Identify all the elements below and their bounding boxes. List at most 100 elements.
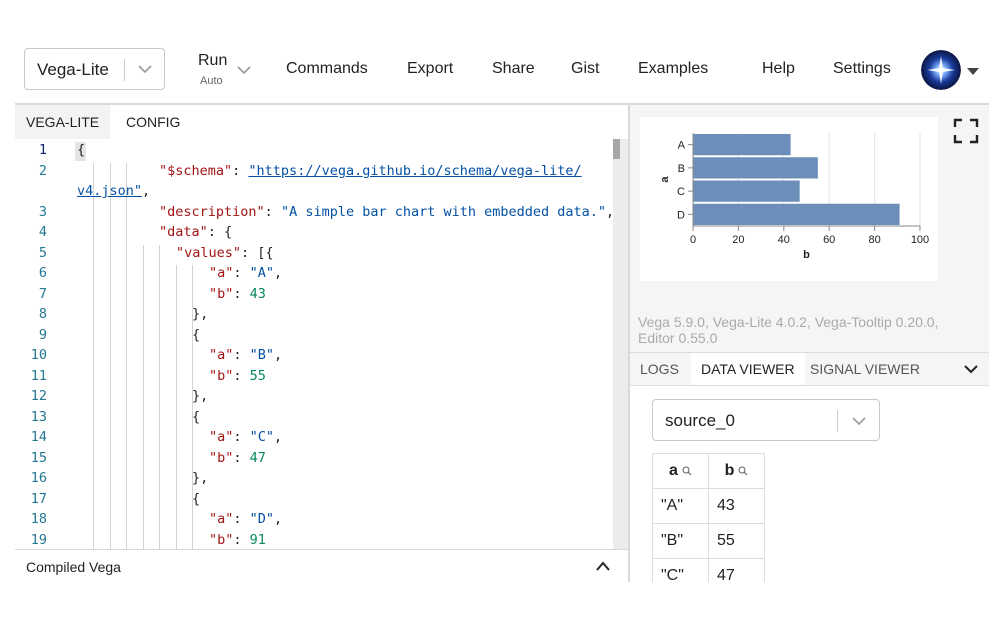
nav-export[interactable]: Export: [407, 60, 453, 78]
line-number: 14: [30, 429, 47, 445]
line-number: 6: [38, 265, 47, 281]
output-pane: 0 20 40 60 80 100 A B C Db a Vega 5.9.0, Vega-Lite…: [630, 105, 989, 582]
line-number: 4: [38, 224, 47, 240]
debug-tabs: LOGS DATA VIEWER SIGNAL VIEWER: [630, 352, 989, 386]
json-key: "data": [159, 224, 208, 240]
fullscreen-icon[interactable]: [953, 118, 979, 144]
json-number: 43: [249, 286, 266, 302]
json-key: "b": [209, 368, 234, 384]
y-axis-title: a: [659, 176, 671, 183]
code-line: "a": "C",: [209, 429, 283, 445]
code-line: },: [192, 306, 209, 322]
code-line: "description": "A simple bar chart with …: [159, 204, 615, 220]
json-url[interactable]: "https://vega.github.io/schema/vega-lite…: [248, 163, 581, 179]
bar: [693, 134, 791, 156]
chevron-down-icon: [852, 417, 866, 426]
tab-logs[interactable]: LOGS: [630, 353, 689, 385]
code-line: },: [192, 470, 209, 486]
json-number: 47: [249, 450, 266, 466]
table-row: "C" 47: [652, 558, 765, 582]
chevron-down-icon[interactable]: [236, 62, 252, 78]
column-header-a[interactable]: a: [652, 453, 709, 489]
code-line: "a": "B",: [209, 347, 283, 363]
x-tick-label: 0: [690, 234, 696, 246]
line-number: 11: [30, 368, 47, 384]
select-separator: [837, 410, 838, 432]
chevron-down-icon: [138, 65, 152, 74]
x-tick-label: 20: [732, 234, 744, 246]
tab-signal-viewer[interactable]: SIGNAL VIEWER: [800, 353, 930, 385]
json-url[interactable]: v4.json": [77, 183, 142, 199]
indent-guide: [110, 163, 111, 549]
tab-config[interactable]: CONFIG: [115, 105, 191, 139]
caret-down-icon[interactable]: [966, 66, 980, 76]
data-source-select[interactable]: source_0: [652, 399, 880, 441]
app-header: Vega-Lite Run Auto Commands Export Share…: [0, 40, 1000, 104]
data-source-value: source_0: [665, 411, 735, 430]
run-label: Run: [198, 52, 228, 69]
bar-chart: 0 20 40 60 80 100 ABCDb a: [659, 133, 929, 261]
nav-help[interactable]: Help: [762, 60, 795, 78]
line-number: 19: [30, 532, 47, 548]
line-number: 12: [30, 388, 47, 404]
editor-scrollbar[interactable]: [613, 139, 628, 549]
indent-guide: [143, 245, 144, 549]
table-cell: 55: [708, 523, 765, 559]
code-line: "b": 47: [209, 450, 266, 466]
y-tick-label: B: [678, 163, 685, 175]
nav-commands[interactable]: Commands: [286, 60, 368, 78]
chevron-down-icon[interactable]: [963, 362, 979, 376]
nav-settings[interactable]: Settings: [833, 60, 891, 78]
json-string: "C": [249, 429, 275, 445]
code-line: {: [192, 491, 201, 507]
table-cell: "A": [652, 488, 709, 524]
json-key: "b": [209, 532, 234, 548]
indent-guide: [126, 163, 127, 549]
column-header-b[interactable]: b: [708, 453, 765, 489]
compiled-vega-bar[interactable]: Compiled Vega: [15, 549, 628, 582]
run-button[interactable]: Run Auto: [196, 50, 256, 90]
line-number: 9: [38, 327, 47, 343]
mode-select[interactable]: Vega-Lite: [24, 48, 165, 90]
mode-select-value: Vega-Lite: [37, 60, 109, 79]
table-cell: "C": [652, 558, 709, 582]
json-string: "B": [249, 347, 275, 363]
scrollbar-thumb[interactable]: [613, 139, 620, 159]
line-number: 2: [38, 163, 47, 179]
line-number: 10: [30, 347, 47, 363]
indent-guide: [159, 245, 160, 549]
tab-vega-lite[interactable]: VEGA-LITE: [15, 105, 111, 139]
select-separator: [124, 59, 125, 81]
avatar[interactable]: [921, 50, 961, 90]
code-line: "a": "A",: [209, 265, 283, 281]
nav-share[interactable]: Share: [492, 60, 535, 78]
search-icon[interactable]: [682, 466, 692, 476]
json-string: "D": [249, 511, 275, 527]
x-tick-label: 40: [778, 234, 790, 246]
json-key: "b": [209, 286, 234, 302]
bar: [693, 180, 800, 202]
nav-examples[interactable]: Examples: [638, 60, 708, 78]
editor-pane: VEGA-LITE CONFIG 1 2 3 4 5 6 7 8 9 10 11…: [15, 105, 628, 582]
json-key: "a": [209, 347, 234, 363]
json-key: "a": [209, 265, 234, 281]
chevron-up-icon[interactable]: [595, 559, 611, 573]
code-line: "values": [{: [176, 245, 274, 261]
json-key: "values": [176, 245, 242, 261]
table-cell: 47: [708, 558, 765, 582]
search-icon[interactable]: [738, 466, 748, 476]
code-line: "a": "D",: [209, 511, 283, 527]
x-tick-label: 100: [911, 234, 929, 246]
table-row: "B" 55: [652, 523, 765, 559]
nav-gist[interactable]: Gist: [571, 60, 599, 78]
line-number: 7: [38, 286, 47, 302]
column-header-label: a: [669, 462, 678, 479]
json-string: "A simple bar chart with embedded data.": [280, 204, 607, 220]
run-mode-label: Auto: [200, 75, 223, 87]
code-editor[interactable]: 1 2 3 4 5 6 7 8 9 10 11 12 13 14 15 16 1…: [15, 139, 628, 549]
tab-data-viewer[interactable]: DATA VIEWER: [691, 353, 805, 385]
table-header-row: a b: [652, 453, 765, 489]
bar: [693, 157, 818, 179]
line-number: 5: [38, 245, 47, 261]
code-line: "b": 55: [209, 368, 266, 384]
